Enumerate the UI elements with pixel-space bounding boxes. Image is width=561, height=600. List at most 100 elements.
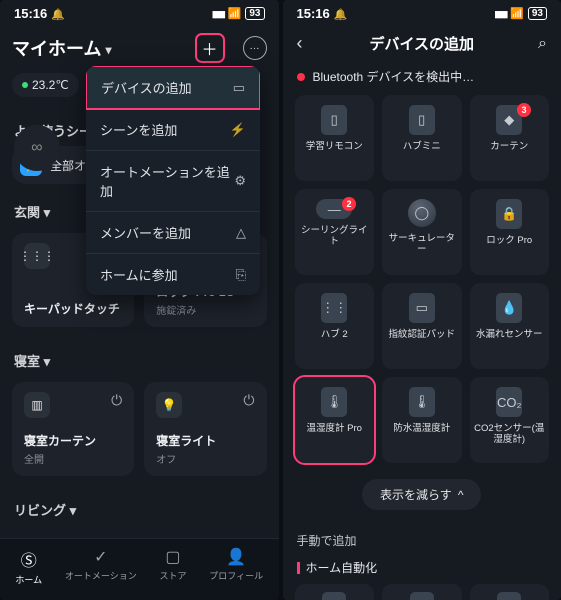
home-selector[interactable]: マイホーム bbox=[12, 35, 195, 61]
detected-device-card[interactable]: ▯ 学習リモコン bbox=[295, 95, 375, 181]
section-living[interactable]: リビング ▾ bbox=[0, 482, 279, 525]
join-icon: ⎘ bbox=[236, 267, 246, 283]
menu-label: シーンを追加 bbox=[100, 120, 177, 139]
menu-label: メンバーを追加 bbox=[100, 223, 191, 242]
bottom-nav: Ⓢ ホーム ✓ オートメーション ▢ ストア 👤 プロフィール bbox=[0, 538, 279, 600]
device-type-icon: 🌡 bbox=[409, 387, 435, 417]
profile-icon: 👤 bbox=[226, 547, 246, 567]
device-type-icon: ◯ bbox=[408, 199, 436, 227]
device-type-label: 学習リモコン bbox=[306, 141, 363, 152]
device-status: 全開 bbox=[24, 451, 122, 466]
check-icon: ✓ bbox=[94, 547, 107, 567]
show-less-label: 表示を減らす bbox=[380, 486, 452, 503]
status-bar: 15:16 93 bbox=[0, 0, 279, 23]
device-type-icon: 🌡 bbox=[321, 387, 347, 417]
manual-device-card[interactable]: ▭ブラインドポール bbox=[470, 584, 550, 600]
detected-device-card[interactable]: ▯ ハブミニ bbox=[382, 95, 462, 181]
device-type-icon: ▭ bbox=[409, 293, 435, 323]
detected-device-card[interactable]: —シーリングライト2 bbox=[295, 189, 375, 275]
nav-store[interactable]: ▢ ストア bbox=[159, 547, 186, 586]
device-type-icon: ▭ bbox=[497, 592, 521, 600]
device-type-icon: ▯ bbox=[409, 105, 435, 135]
device-type-label: サーキュレーター bbox=[386, 233, 458, 256]
detected-device-card[interactable]: ▭ 指紋認証パッド bbox=[382, 283, 462, 369]
more-button[interactable]: ··· bbox=[243, 36, 267, 60]
menu-label: オートメーションを追加 bbox=[100, 162, 234, 200]
section-bedroom[interactable]: 寝室 ▾ bbox=[0, 333, 279, 376]
dnd-icon bbox=[334, 6, 348, 21]
menu-item-add-automation[interactable]: オートメーションを追加 ⚙ bbox=[86, 151, 260, 212]
screen-add-device: 15:16 93 ‹ デバイスの追加 ⌕ Bluetooth デバイスを検出中…… bbox=[283, 0, 561, 600]
home-automation-subheader: ホーム自動化 bbox=[283, 553, 561, 578]
device-type-icon: ◆ bbox=[410, 592, 434, 600]
signal-icon bbox=[494, 8, 506, 20]
chevron-down-icon bbox=[105, 38, 111, 59]
bulb-icon: 💡 bbox=[156, 392, 182, 418]
detected-device-card[interactable]: 🌡防水温湿度計 bbox=[382, 377, 462, 463]
status-time: 15:16 bbox=[14, 6, 47, 21]
detected-device-card[interactable]: ◆カーテン3 bbox=[470, 95, 550, 181]
battery-level: 93 bbox=[245, 7, 264, 20]
device-type-label: CO2センサー(温湿度計) bbox=[474, 423, 546, 446]
device-name: 寝室ライト bbox=[156, 432, 254, 449]
page-title: デバイスの追加 bbox=[317, 33, 528, 54]
detected-device-card[interactable]: 🔒 ロック Pro bbox=[470, 189, 550, 275]
device-type-icon: ▯ bbox=[322, 592, 346, 600]
detected-device-card[interactable]: 🌡 温湿度計 Pro bbox=[295, 377, 375, 463]
manual-device-card[interactable]: ◆カーテン bbox=[382, 584, 462, 600]
menu-label: ホームに参加 bbox=[100, 265, 178, 284]
nav-home[interactable]: Ⓢ ホーム bbox=[15, 547, 42, 586]
dnd-icon bbox=[51, 6, 65, 21]
chevron-up-icon: ^ bbox=[458, 488, 464, 502]
device-type-label: 水漏れセンサー bbox=[476, 329, 543, 340]
count-badge: 2 bbox=[342, 197, 356, 211]
device-type-label: ハブミニ bbox=[403, 141, 441, 152]
manual-device-card[interactable]: ▯ボット bbox=[295, 584, 375, 600]
detected-device-card[interactable]: ◯ サーキュレーター bbox=[382, 189, 462, 275]
device-type-icon: ▯ bbox=[321, 105, 347, 135]
device-type-label: 指紋認証パッド bbox=[388, 329, 455, 340]
add-button[interactable]: ＋ bbox=[195, 33, 225, 63]
bag-icon: ▢ bbox=[165, 547, 180, 567]
device-type-label: 温湿度計 Pro bbox=[307, 423, 362, 434]
detected-device-card[interactable]: ⋮⋮ハブ 2 bbox=[295, 283, 375, 369]
detected-device-card[interactable]: CO₂CO2センサー(温湿度計) bbox=[470, 377, 550, 463]
manual-device-grid: ▯ボット ◆カーテン ▭ブラインドポール bbox=[283, 578, 561, 600]
show-less-button[interactable]: 表示を減らす ^ bbox=[362, 479, 481, 510]
search-icon: ⌕ bbox=[538, 35, 547, 52]
device-status: 施錠済み bbox=[156, 302, 254, 317]
device-type-icon: 🔒 bbox=[496, 199, 522, 229]
detected-device-grid: ▯ 学習リモコン ▯ ハブミニ ◆カーテン3 —シーリングライト2 ◯ サーキュレーター 🔒 ロッ… bbox=[283, 91, 561, 467]
temperature-value: 23.2℃ bbox=[32, 78, 69, 92]
temperature-chip[interactable]: 23.2℃ bbox=[12, 73, 79, 97]
accent-bar-icon bbox=[297, 562, 300, 574]
manual-section-label: 手動で追加 bbox=[283, 510, 561, 553]
status-bar: 15:16 93 bbox=[283, 0, 561, 23]
status-time: 15:16 bbox=[297, 6, 330, 21]
device-type-label: ロック Pro bbox=[486, 235, 532, 246]
device-name: キーパッドタッチ bbox=[24, 300, 122, 317]
power-icon[interactable]: ⏻ bbox=[111, 392, 122, 409]
back-button[interactable]: ‹ bbox=[297, 33, 317, 54]
home-title-label: マイホーム bbox=[12, 35, 101, 61]
power-icon[interactable]: ⏻ bbox=[243, 392, 254, 409]
nav-automation[interactable]: ✓ オートメーション bbox=[65, 547, 137, 586]
nav-label: ホーム bbox=[15, 573, 42, 586]
menu-item-join-home[interactable]: ホームに参加 ⎘ bbox=[86, 254, 260, 295]
device-card-light[interactable]: 💡 ⏻ 寝室ライト オフ bbox=[144, 382, 266, 476]
search-button[interactable]: ⌕ bbox=[527, 35, 547, 53]
wifi-icon bbox=[510, 7, 524, 20]
device-card-curtain[interactable]: ▥ ⏻ 寝室カーテン 全開 bbox=[12, 382, 134, 476]
menu-item-add-device[interactable]: デバイスの追加 ▭ bbox=[86, 66, 260, 110]
device-name: 寝室カーテン bbox=[24, 432, 122, 449]
nav-label: オートメーション bbox=[65, 569, 137, 582]
nav-profile[interactable]: 👤 プロフィール bbox=[209, 547, 263, 586]
keypad-icon: ⋮⋮⋮ bbox=[24, 243, 50, 269]
detected-device-card[interactable]: 💧水漏れセンサー bbox=[470, 283, 550, 369]
bluetooth-scanning-row: Bluetooth デバイスを検出中… bbox=[283, 58, 561, 91]
link-icon[interactable]: ∞ bbox=[14, 125, 60, 171]
add-menu: デバイスの追加 ▭ シーンを追加 ⚡ オートメーションを追加 ⚙ メンバーを追加… bbox=[86, 66, 260, 295]
menu-item-add-member[interactable]: メンバーを追加 △ bbox=[86, 212, 260, 254]
status-dot-icon bbox=[22, 82, 28, 88]
menu-item-add-scene[interactable]: シーンを追加 ⚡ bbox=[86, 109, 260, 151]
